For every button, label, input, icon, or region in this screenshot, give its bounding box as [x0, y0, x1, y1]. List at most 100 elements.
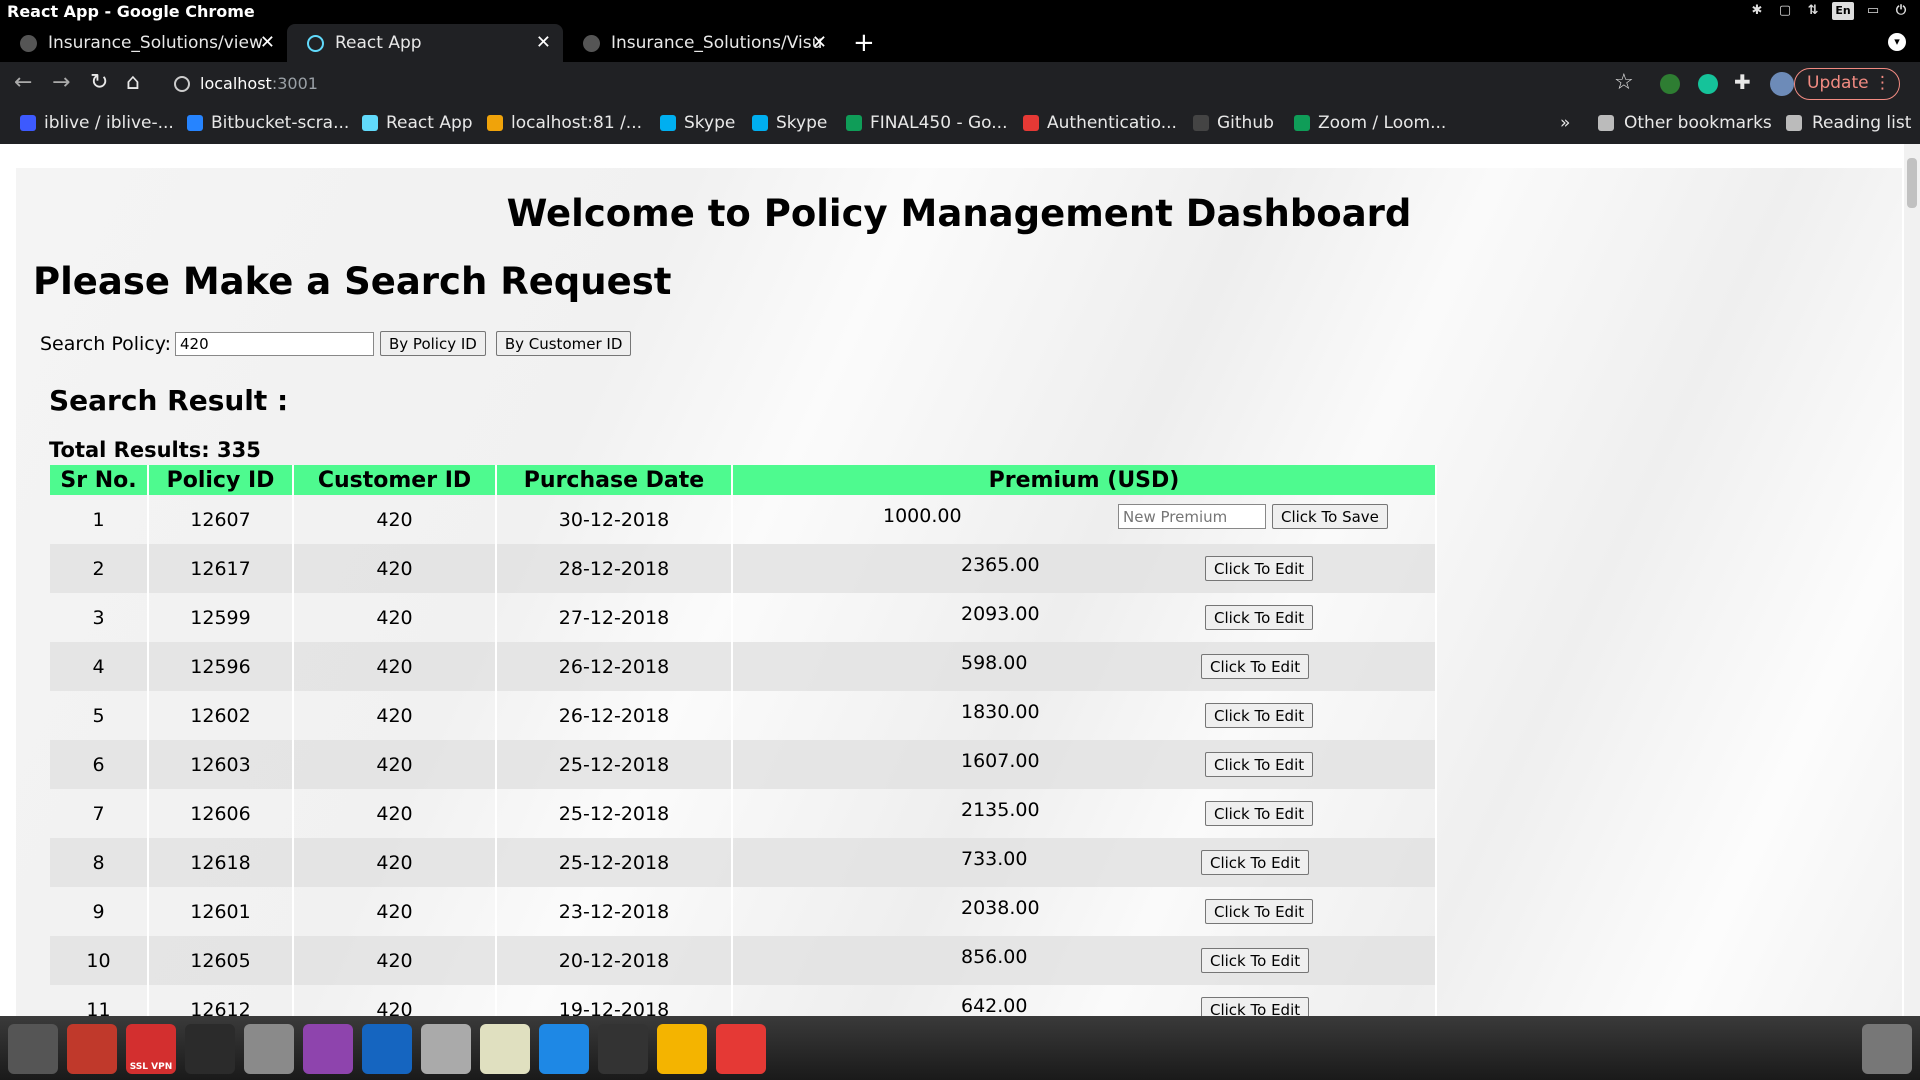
edit-premium-button[interactable]: Click To Edit — [1205, 556, 1314, 581]
taskbar-text-editor-icon[interactable] — [480, 1024, 530, 1074]
bookmark-label: Authenticatio... — [1047, 113, 1177, 133]
edit-premium-button[interactable]: Click To Edit — [1205, 801, 1314, 826]
edit-premium-button[interactable]: Click To Edit — [1201, 997, 1310, 1016]
network-tray-icon[interactable]: ⇅ — [1804, 2, 1822, 20]
taskbar-drive-icon[interactable] — [244, 1024, 294, 1074]
reading-list-button[interactable]: Reading list — [1786, 106, 1911, 140]
header-policy-id: Policy ID — [148, 465, 294, 495]
bookmark-item[interactable]: localhost:81 /... — [487, 106, 642, 140]
edit-premium-button[interactable]: Click To Edit — [1201, 850, 1310, 875]
page-scrollbar[interactable] — [1904, 144, 1920, 1016]
table-row: 11 12612 420 19-12-2018 642.00 Click To Edit — [50, 985, 1437, 1016]
new-premium-input[interactable] — [1118, 504, 1266, 529]
clipboard-tray-icon[interactable]: ▢ — [1776, 2, 1794, 20]
bookmark-label: Other bookmarks — [1624, 113, 1772, 133]
search-label: Search Policy: — [40, 332, 171, 355]
taskbar-workspace-icon[interactable] — [598, 1024, 648, 1074]
back-icon[interactable]: ← — [14, 70, 32, 95]
edit-premium-button[interactable]: Click To Edit — [1205, 605, 1314, 630]
bookmark-item[interactable]: Bitbucket-scra... — [187, 106, 349, 140]
scrollbar-thumb[interactable] — [1907, 158, 1917, 208]
save-premium-button[interactable]: Click To Save — [1272, 504, 1388, 529]
taskbar-settings-icon[interactable] — [8, 1024, 58, 1074]
edit-premium-button[interactable]: Click To Edit — [1205, 703, 1314, 728]
taskbar-pdf-icon[interactable] — [716, 1024, 766, 1074]
bookmark-item[interactable]: React App — [362, 106, 473, 140]
bookmark-item[interactable]: FINAL450 - Go... — [846, 106, 1008, 140]
forward-icon[interactable]: → — [52, 70, 70, 95]
grammarly-icon[interactable] — [1698, 74, 1718, 94]
cell-customer: 420 — [293, 495, 497, 544]
keyboard-language-indicator[interactable]: En — [1832, 2, 1854, 20]
taskbar-disk-icon[interactable] — [421, 1024, 471, 1074]
bookmark-item[interactable]: Authenticatio... — [1023, 106, 1177, 140]
bookmark-item[interactable]: Github — [1193, 106, 1274, 140]
premium-value: 2365.00 — [961, 554, 1040, 576]
close-tab-icon[interactable]: ✕ — [260, 24, 275, 62]
tab-label: React App — [335, 33, 422, 53]
cell-customer: 420 — [293, 789, 497, 838]
tab-insurance-view[interactable]: Insurance_Solutions/view ✕ — [0, 24, 287, 62]
table-row: 5 12602 420 26-12-2018 1830.00 Click To Edit — [50, 691, 1437, 740]
bookmark-favicon-icon — [752, 115, 768, 131]
search-input[interactable] — [175, 331, 374, 356]
edit-premium-button[interactable]: Click To Edit — [1205, 752, 1314, 777]
bookmarks-overflow-button[interactable]: » — [1560, 106, 1570, 140]
table-row: 8 12618 420 25-12-2018 733.00 Click To Edit — [50, 838, 1437, 887]
cell-sr: 4 — [50, 642, 149, 691]
premium-actions: Click To Edit — [1205, 556, 1314, 581]
cell-date: 25-12-2018 — [496, 838, 733, 887]
bookmark-item[interactable]: Zoom / Loom... — [1294, 106, 1446, 140]
close-tab-icon[interactable]: ✕ — [812, 24, 827, 62]
bookmark-item[interactable]: Skype — [752, 106, 827, 140]
home-icon[interactable]: ⌂ — [126, 70, 140, 95]
profile-avatar[interactable] — [1770, 72, 1794, 96]
update-button[interactable]: Update ⋮ — [1794, 68, 1900, 100]
taskbar-archive-icon[interactable] — [67, 1024, 117, 1074]
close-tab-icon[interactable]: ✕ — [536, 24, 551, 62]
taskbar: SSL VPN — [0, 1016, 1920, 1080]
search-result-heading: Search Result : — [49, 384, 289, 417]
cell-premium: 856.00 Click To Edit — [732, 936, 1437, 985]
site-info-icon[interactable] — [174, 76, 190, 92]
cell-sr: 8 — [50, 838, 149, 887]
bookmark-label: iblive / iblive-... — [44, 113, 174, 133]
battery-tray-icon[interactable]: ▭ — [1864, 2, 1882, 20]
taskbar-media-icon[interactable] — [303, 1024, 353, 1074]
bluetooth-tray-icon[interactable]: ✱ — [1748, 2, 1766, 20]
edit-premium-button[interactable]: Click To Edit — [1201, 948, 1310, 973]
window-title-bar: React App - Google Chrome ✱ ▢ ⇅ En ▭ ⏻ — [0, 0, 1920, 24]
by-customer-id-button[interactable]: By Customer ID — [495, 331, 632, 356]
reload-icon[interactable]: ↻ — [90, 70, 108, 95]
cell-customer: 420 — [293, 887, 497, 936]
edit-premium-button[interactable]: Click To Edit — [1201, 654, 1310, 679]
table-row: 11260742030-12-2018 1000.00 Click To Save — [50, 495, 1437, 544]
new-tab-button[interactable]: + — [853, 24, 875, 62]
cell-customer: 420 — [293, 740, 497, 789]
taskbar-terminal-icon[interactable] — [185, 1024, 235, 1074]
cell-policy: 12596 — [148, 642, 294, 691]
tab-search-icon[interactable]: ▾ — [1888, 33, 1906, 51]
power-tray-icon[interactable]: ⏻ — [1892, 2, 1910, 20]
taskbar-bluetooth-icon[interactable] — [362, 1024, 412, 1074]
by-policy-id-button[interactable]: By Policy ID — [380, 331, 486, 356]
extensions-puzzle-icon[interactable]: ✚ — [1734, 70, 1751, 94]
bookmark-item[interactable]: iblive / iblive-... — [20, 106, 174, 140]
bookmark-label: Skype — [776, 113, 828, 133]
cell-date: 30-12-2018 — [496, 495, 733, 544]
extension-icon[interactable] — [1660, 74, 1680, 94]
taskbar-chrome-icon[interactable] — [657, 1024, 707, 1074]
tab-insurance-visu[interactable]: Insurance_Solutions/Visu ✕ — [563, 24, 839, 62]
taskbar-ssl-vpn-icon[interactable]: SSL VPN — [126, 1024, 176, 1074]
address-bar[interactable]: localhost:3001 — [168, 69, 1588, 99]
tab-react-app[interactable]: React App ✕ — [287, 24, 563, 62]
bookmark-star-icon[interactable]: ☆ — [1614, 70, 1634, 95]
other-bookmarks-folder[interactable]: Other bookmarks — [1598, 106, 1772, 140]
taskbar-vscode-icon[interactable] — [539, 1024, 589, 1074]
bookmark-item[interactable]: Skype — [660, 106, 735, 140]
cell-customer: 420 — [293, 642, 497, 691]
page-background: Welcome to Policy Management Dashboard P… — [16, 168, 1902, 1016]
update-label: Update — [1807, 73, 1869, 93]
trash-icon[interactable] — [1862, 1024, 1912, 1074]
edit-premium-button[interactable]: Click To Edit — [1205, 899, 1314, 924]
